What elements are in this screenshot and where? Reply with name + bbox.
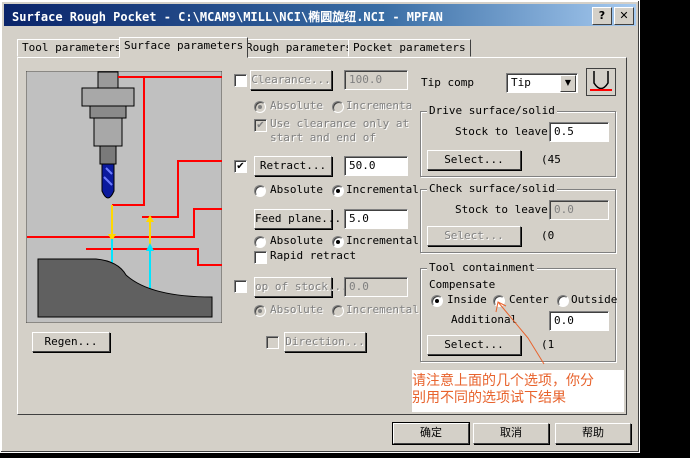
retract-checkbox[interactable]: ✔ bbox=[234, 160, 247, 173]
check-stock-label: Stock to leave bbox=[455, 203, 548, 216]
direction-button[interactable]: Direction... bbox=[284, 332, 366, 352]
top-of-stock-checkbox[interactable] bbox=[234, 280, 247, 293]
containment-group-title: Tool containment bbox=[427, 261, 537, 274]
feed-plane-button[interactable]: Feed plane... bbox=[254, 209, 341, 229]
tool-height-illustration bbox=[26, 71, 222, 323]
window-title: Surface Rough Pocket - C:\MCAM9\MILL\NCI… bbox=[12, 10, 443, 24]
drive-stock-input[interactable]: 0.5 bbox=[549, 122, 609, 142]
cancel-button[interactable]: 取消 bbox=[473, 423, 549, 444]
compensate-label: Compensate bbox=[429, 278, 496, 291]
retract-incremental-radio[interactable] bbox=[332, 185, 344, 197]
inside-label: Inside bbox=[447, 293, 487, 306]
spindle-top bbox=[97, 71, 119, 89]
drive-group-title: Drive surface/solid bbox=[427, 104, 557, 117]
close-title-button[interactable]: ✕ bbox=[614, 7, 634, 25]
clearance-absolute-label: Absolute bbox=[270, 99, 323, 112]
annotation-line-1: 请注意上面的几个选项，你分 bbox=[412, 373, 594, 389]
check-count: (0 bbox=[541, 229, 555, 242]
clearance-input[interactable]: 100.0 bbox=[344, 70, 408, 90]
tab-rough-parameters[interactable]: Rough parameters bbox=[241, 39, 357, 57]
additional-offset-input[interactable]: 0.0 bbox=[549, 311, 609, 331]
drive-stock-label: Stock to leave bbox=[455, 125, 548, 138]
feed-plane-input[interactable]: 5.0 bbox=[344, 209, 408, 229]
top-absolute-label: Absolute bbox=[270, 303, 323, 316]
outside-radio[interactable] bbox=[557, 295, 569, 307]
check-select-button[interactable]: Select... bbox=[427, 226, 521, 246]
inside-radio[interactable] bbox=[431, 295, 443, 307]
top-incremental-label: Incremental bbox=[346, 303, 419, 316]
chevron-down-icon[interactable]: ▼ bbox=[560, 75, 576, 92]
tip-comp-select[interactable]: Tip ▼ bbox=[506, 73, 578, 93]
check-group-title: Check surface/solid bbox=[427, 182, 557, 195]
use-clearance-label: Use clearance only at th bbox=[270, 117, 416, 130]
annotation-line-2: 别用不同的选项试下结果 bbox=[412, 390, 566, 406]
clearance-incremental-radio[interactable] bbox=[332, 101, 344, 113]
check-stock-input[interactable]: 0.0 bbox=[549, 200, 609, 220]
dialog-window: Surface Rough Pocket - C:\MCAM9\MILL\NCI… bbox=[0, 0, 640, 453]
collet bbox=[99, 145, 117, 165]
retract-absolute-radio[interactable] bbox=[254, 185, 266, 197]
retract-absolute-label: Absolute bbox=[270, 183, 323, 196]
clearance-checkbox[interactable] bbox=[234, 74, 247, 87]
use-clearance-checkbox[interactable]: ✔ bbox=[254, 119, 267, 132]
tab-surface-parameters[interactable]: Surface parameters bbox=[119, 37, 249, 58]
help-button[interactable]: 帮助 bbox=[555, 423, 631, 444]
outside-label: Outside bbox=[571, 293, 618, 306]
annotation-arrow bbox=[495, 301, 545, 365]
rapid-retract-label: Rapid retract bbox=[270, 249, 357, 262]
feed-incremental-radio[interactable] bbox=[332, 236, 344, 248]
drive-surface-group: Drive surface/solid Stock to leave 0.5 S… bbox=[420, 104, 616, 177]
drive-select-button[interactable]: Select... bbox=[427, 150, 521, 170]
feed-absolute-label: Absolute bbox=[270, 234, 323, 247]
retract-button[interactable]: Retract... bbox=[254, 156, 332, 176]
holder-collar bbox=[89, 105, 127, 119]
top-absolute-radio[interactable] bbox=[254, 305, 266, 317]
top-of-stock-button[interactable]: op of stock... bbox=[254, 277, 348, 297]
clearance-incremental-label: Incremental bbox=[346, 99, 412, 112]
retract-button-label: Retract... bbox=[259, 159, 327, 172]
annotation-box: 请注意上面的几个选项，你分 别用不同的选项试下结果 bbox=[412, 370, 624, 412]
rapid-retract-checkbox[interactable] bbox=[254, 251, 267, 264]
retract-input[interactable]: 50.0 bbox=[344, 156, 408, 176]
ok-button[interactable]: 确定 bbox=[392, 422, 470, 445]
drive-count: (45 bbox=[541, 153, 561, 166]
help-title-button[interactable]: ? bbox=[592, 7, 612, 25]
direction-checkbox[interactable] bbox=[266, 336, 279, 349]
feed-incremental-label: Incremental bbox=[346, 234, 419, 247]
top-of-stock-input[interactable]: 0.0 bbox=[344, 277, 408, 297]
top-incremental-radio[interactable] bbox=[332, 305, 344, 317]
regen-button[interactable]: Regen... bbox=[32, 332, 110, 352]
feed-absolute-radio[interactable] bbox=[254, 236, 266, 248]
check-surface-group: Check surface/solid Stock to leave 0.0 S… bbox=[420, 182, 616, 253]
holder-body bbox=[81, 87, 135, 107]
tip-comp-icon bbox=[586, 68, 616, 96]
tab-tool-parameters[interactable]: Tool parameters bbox=[17, 39, 127, 57]
retract-incremental-label: Incremental bbox=[346, 183, 419, 196]
use-clearance-label-2: start and end of bbox=[270, 131, 376, 144]
tab-pocket-parameters[interactable]: Pocket parameters bbox=[348, 39, 471, 57]
clearance-absolute-radio[interactable] bbox=[254, 101, 266, 113]
tab-panel: Clearance... 100.0 Absolute Incremental … bbox=[17, 57, 627, 415]
tip-comp-label: Tip comp bbox=[421, 76, 474, 89]
clearance-button[interactable]: Clearance... bbox=[250, 70, 332, 90]
holder-nose bbox=[93, 117, 123, 147]
title-bar[interactable]: Surface Rough Pocket - C:\MCAM9\MILL\NCI… bbox=[4, 4, 636, 26]
tip-comp-value: Tip bbox=[511, 76, 531, 89]
